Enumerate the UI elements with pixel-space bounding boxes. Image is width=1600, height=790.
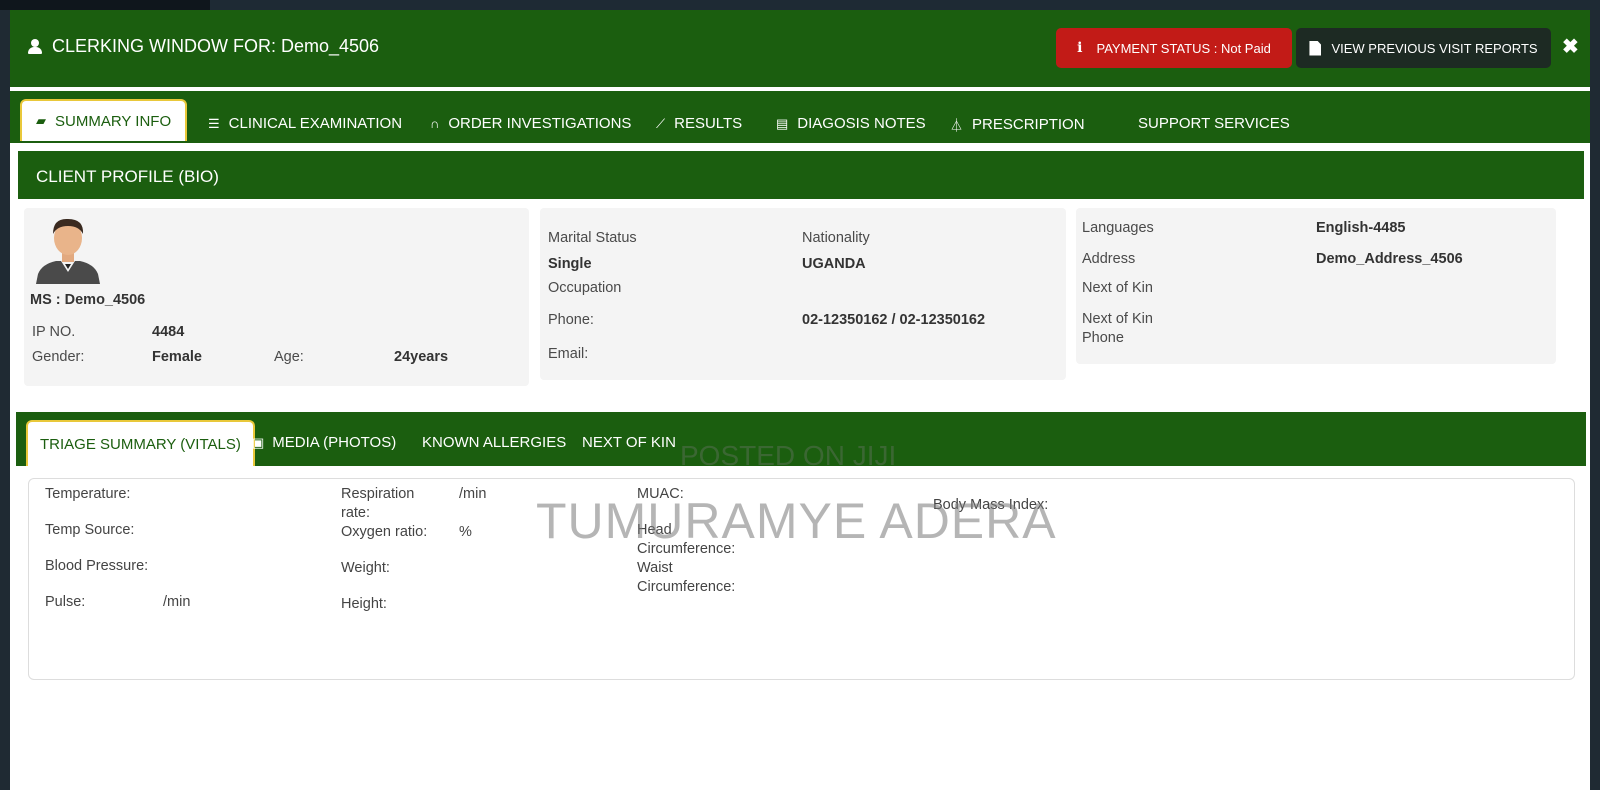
gender-label: Gender: (32, 349, 85, 365)
modal-header: CLERKING WINDOW FOR: Demo_4506 i PAYMENT… (10, 10, 1590, 87)
phone-label: Phone: (548, 312, 594, 328)
watermark-posted: POSTED ON JIJI (680, 440, 897, 471)
oxygen-ratio-unit: % (459, 524, 472, 540)
tab-known-allergies[interactable]: KNOWN ALLERGIES (422, 434, 566, 451)
keyboard-icon: ▤ (776, 115, 789, 131)
tab-next-of-kin[interactable]: NEXT OF KIN (582, 434, 676, 451)
modal-title: CLERKING WINDOW FOR: Demo_4506 (28, 36, 379, 57)
weight-label: Weight: (341, 560, 390, 576)
tab-label: TRIAGE SUMMARY (VITALS) (40, 435, 241, 453)
pulse-unit: /min (163, 594, 191, 610)
next-of-kin-phone-label-line1: Next of Kin (1082, 311, 1153, 327)
respiration-label-line1: Respiration (341, 486, 415, 502)
temperature-label: Temperature: (45, 486, 131, 502)
tab-summary-info[interactable]: ▰ SUMMARY INFO (20, 99, 188, 141)
tab-label: ORDER INVESTIGATIONS (448, 115, 632, 132)
nationality-value: UGANDA (802, 256, 866, 272)
age-label: Age: (274, 349, 304, 365)
view-previous-reports-button[interactable]: VIEW PREVIOUS VISIT REPORTS (1296, 28, 1551, 68)
tab-prescription[interactable]: ⏃ PRESCRIPTION (950, 115, 1085, 134)
marital-status-label: Marital Status (548, 230, 637, 246)
tab-label: CLINICAL EXAMINATION (228, 115, 403, 132)
blood-pressure-label: Blood Pressure: (45, 558, 149, 574)
respiration-label-line2: rate: (341, 505, 371, 521)
list-icon: ☰ (208, 115, 220, 131)
profile-card-details: Marital Status Single Occupation Phone: … (540, 208, 1066, 380)
waist-circumference-label-line1: Waist (637, 560, 673, 576)
tab-label: MEDIA (PHOTOS) (272, 434, 397, 451)
waist-circumference-label-line2: Circumference: (637, 579, 736, 595)
chart-icon: ⟋ (656, 115, 666, 131)
ip-label: IP NO. (32, 324, 76, 340)
client-name: MS : Demo_4506 (30, 292, 146, 308)
next-of-kin-phone-label-line2: Phone (1082, 330, 1124, 346)
tab-label: KNOWN ALLERGIES (422, 434, 567, 451)
tab-order-investigations[interactable]: ∩ ORDER INVESTIGATIONS (430, 115, 631, 132)
tab-label: SUMMARY INFO (55, 112, 172, 130)
oxygen-ratio-label: Oxygen ratio: (341, 524, 428, 540)
binoculars-icon: ∩ (430, 116, 440, 131)
next-of-kin-label: Next of Kin (1082, 280, 1153, 296)
tab-label: SUPPORT SERVICES (1138, 115, 1290, 132)
user-icon (28, 38, 42, 55)
address-value: Demo_Address_4506 (1316, 251, 1463, 267)
gender-value: Female (152, 349, 202, 365)
tab-label: PRESCRIPTION (972, 116, 1085, 133)
tab-media-photos[interactable]: ▣ MEDIA (PHOTOS) (252, 434, 396, 451)
section-title: CLIENT PROFILE (BIO) (36, 167, 219, 186)
temp-source-label: Temp Source: (45, 522, 135, 538)
languages-label: Languages (1082, 220, 1154, 236)
client-profile-header: CLIENT PROFILE (BIO) (16, 149, 1586, 201)
ip-value: 4484 (152, 324, 185, 340)
flask-icon: ⏃ (950, 118, 964, 133)
profile-card-contact: Languages English-4485 Address Demo_Addr… (1076, 208, 1556, 364)
languages-value: English-4485 (1316, 220, 1406, 236)
tab-diagnosis-notes[interactable]: ▤ DIAGOSIS NOTES (776, 115, 926, 132)
clerking-modal: CLERKING WINDOW FOR: Demo_4506 i PAYMENT… (10, 10, 1590, 790)
address-label: Address (1082, 251, 1136, 267)
height-label: Height: (341, 596, 387, 612)
book-icon: ▰ (36, 113, 46, 128)
tab-results[interactable]: ⟋ RESULTS (656, 115, 742, 132)
info-icon: i (1077, 40, 1083, 56)
respiration-unit: /min (459, 486, 487, 502)
close-icon[interactable]: ✖ (1562, 34, 1579, 59)
modal-title-text: CLERKING WINDOW FOR: Demo_4506 (52, 36, 380, 56)
main-tabs: ▰ SUMMARY INFO ☰ CLINICAL EXAMINATION ∩ … (10, 91, 1590, 143)
document-icon (1309, 40, 1322, 56)
email-label: Email: (548, 346, 589, 362)
payment-status-label: PAYMENT STATUS : Not Paid (1096, 40, 1271, 56)
background-strip (0, 0, 1600, 10)
marital-status-value: Single (548, 256, 592, 272)
view-previous-reports-label: VIEW PREVIOUS VISIT REPORTS (1331, 40, 1538, 56)
tab-triage-summary[interactable]: TRIAGE SUMMARY (VITALS) (26, 420, 255, 466)
tab-label: NEXT OF KIN (582, 434, 676, 451)
occupation-label: Occupation (548, 280, 622, 296)
payment-status-button[interactable]: i PAYMENT STATUS : Not Paid (1056, 28, 1292, 68)
tab-label: RESULTS (674, 115, 743, 132)
tab-clinical-examination[interactable]: ☰ CLINICAL EXAMINATION (208, 115, 402, 132)
pulse-label: Pulse: (45, 594, 86, 610)
tab-label: DIAGOSIS NOTES (797, 115, 926, 132)
profile-card-identity: MS : Demo_4506 IP NO. 4484 Gender: Femal… (24, 208, 529, 386)
image-icon: ▣ (252, 434, 265, 450)
tab-support-services[interactable]: SUPPORT SERVICES (1138, 115, 1290, 132)
nationality-label: Nationality (802, 230, 870, 246)
avatar (36, 218, 100, 284)
age-value: 24years (394, 349, 449, 365)
phone-value: 02-12350162 / 02-12350162 (802, 312, 986, 328)
watermark-name: TUMURAMYE ADERA (536, 493, 1057, 549)
